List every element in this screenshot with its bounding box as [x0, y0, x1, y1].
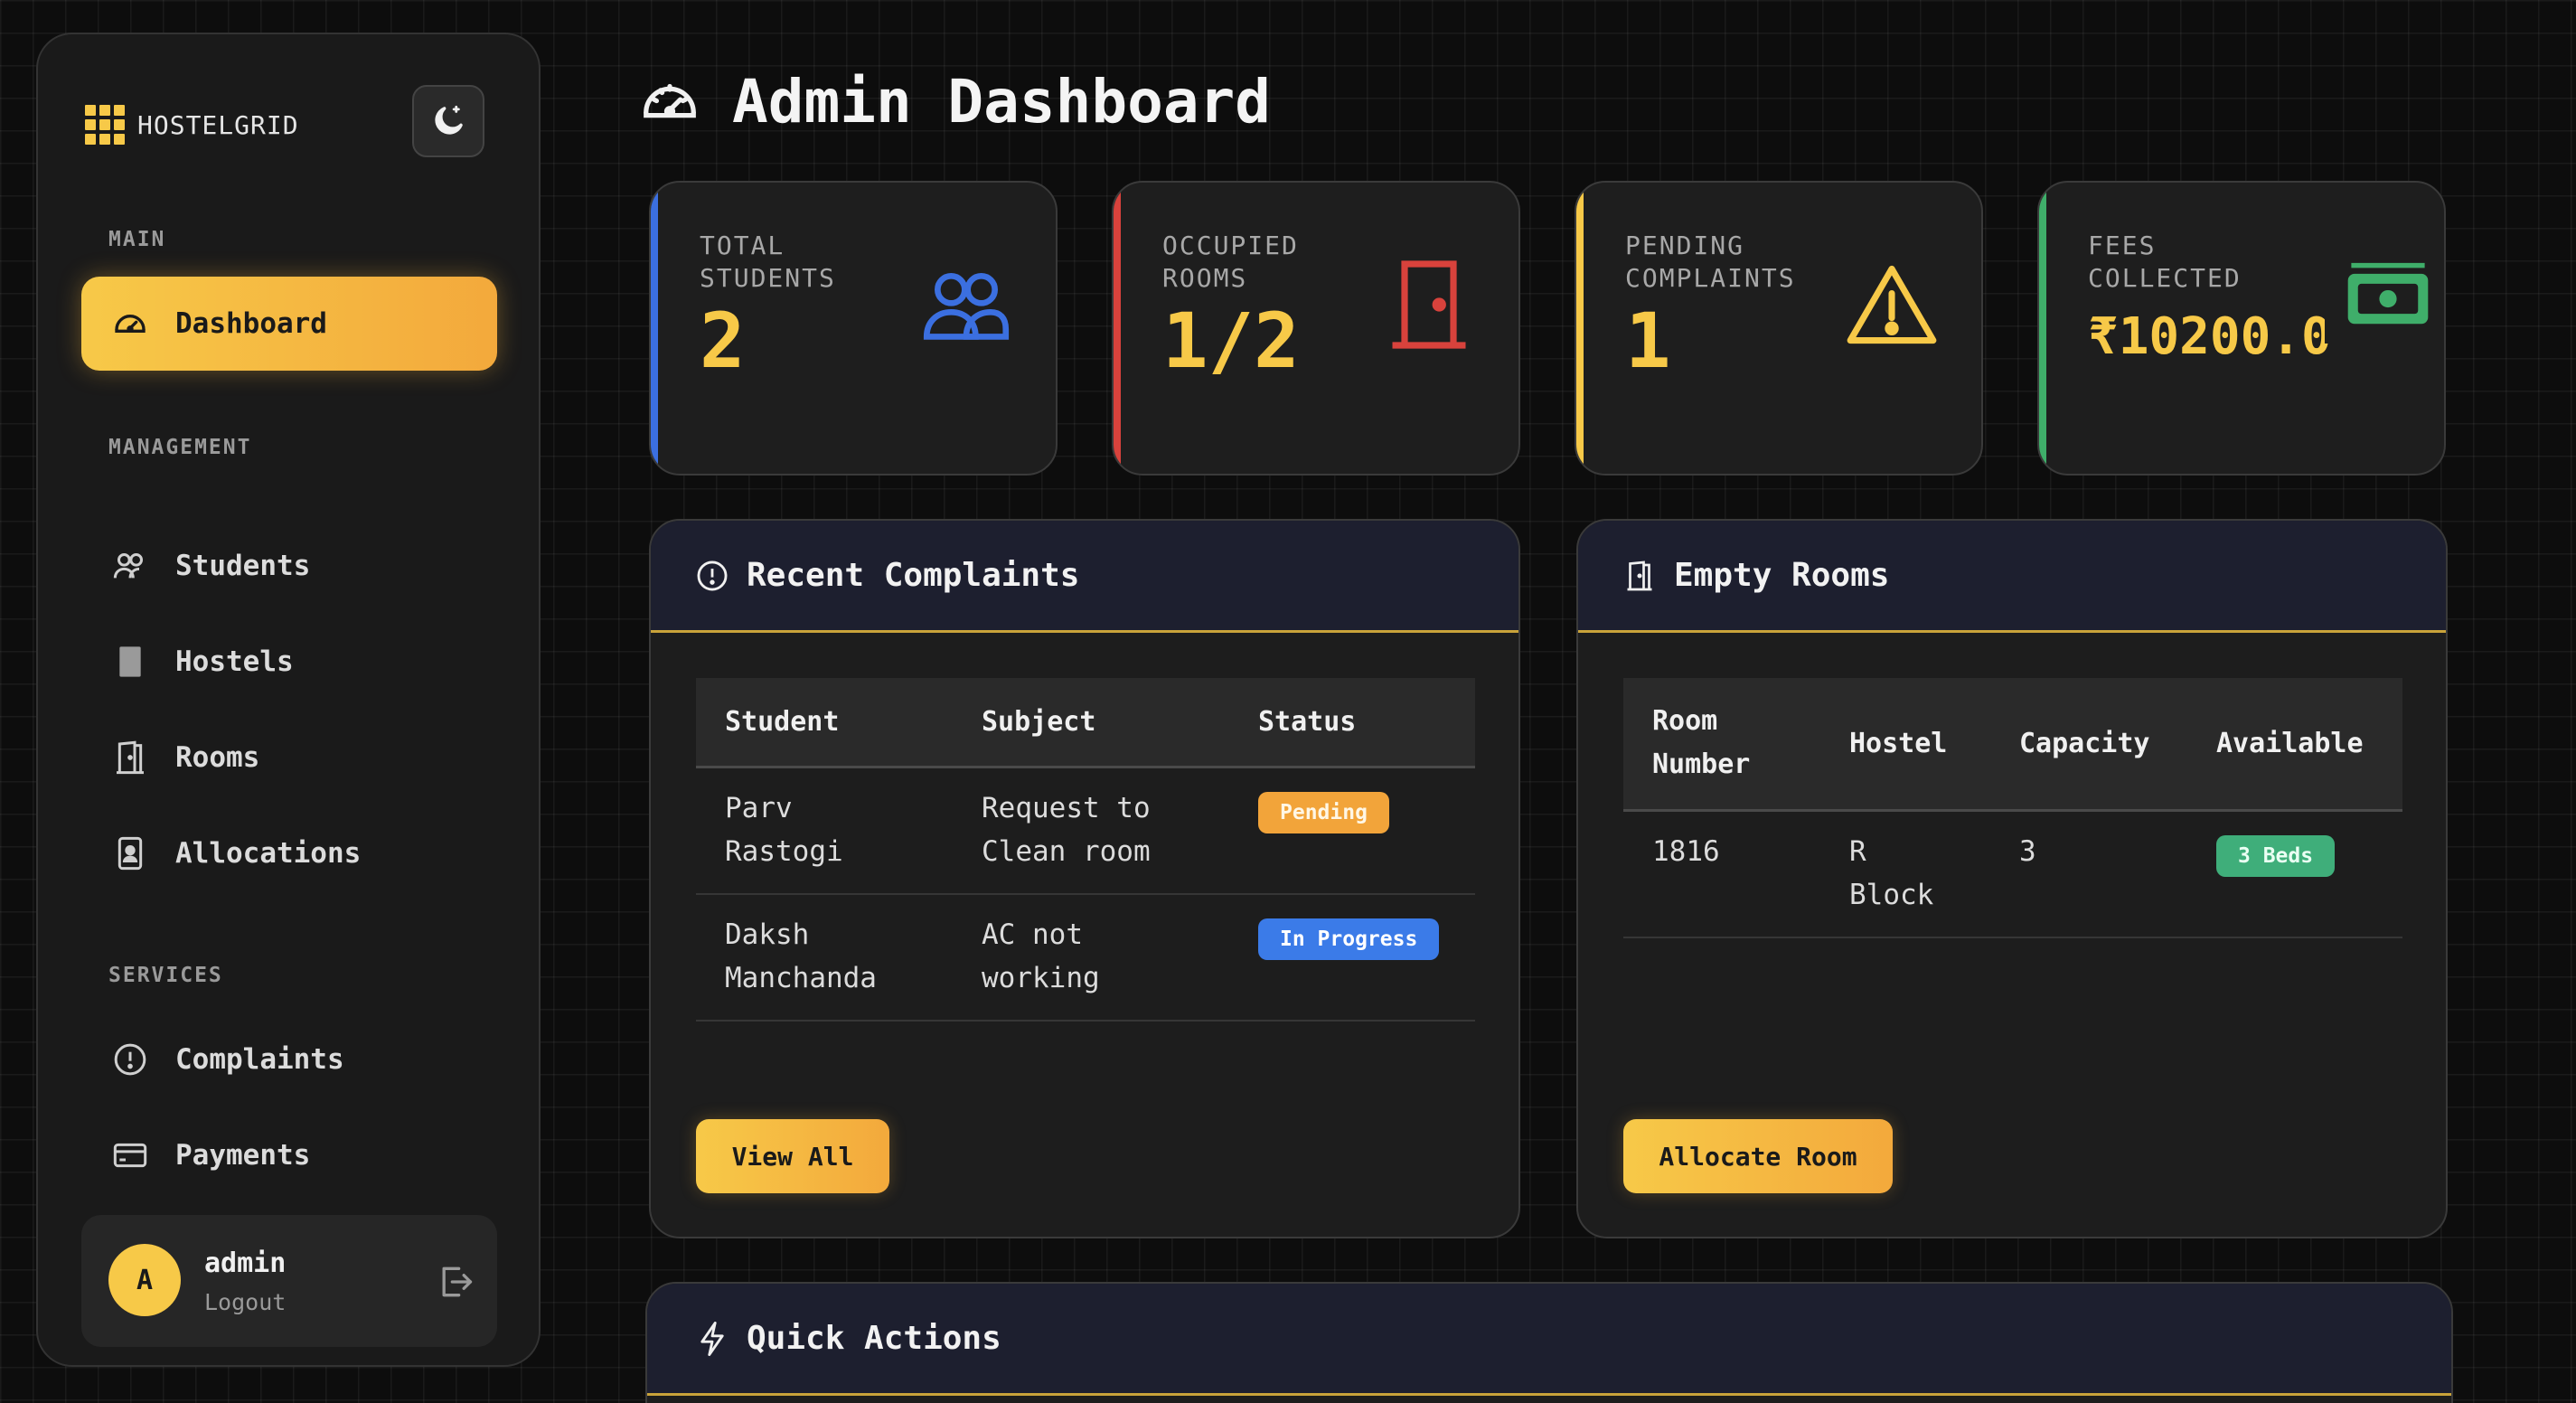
brand-logo[interactable]: HOSTELGRID: [85, 105, 299, 145]
stat-label: FEES COLLECTED: [2088, 231, 2242, 293]
column-header: Hostel: [1820, 678, 1990, 812]
column-header: Room Number: [1623, 678, 1820, 812]
column-header: Status: [1229, 678, 1475, 768]
gauge-icon: [644, 83, 696, 118]
avatar: A: [108, 1244, 181, 1316]
stat-card-pending-complaints: PENDING COMPLAINTS 1: [1575, 181, 1983, 476]
gauge-icon: [112, 306, 148, 342]
table-header-row: Room Number Hostel Capacity Available: [1623, 678, 2402, 812]
alert-circle-icon: [694, 558, 730, 594]
table-row[interactable]: 1816 R Block 3 3 Beds: [1623, 810, 2402, 938]
user-card: A admin Logout: [81, 1215, 497, 1347]
sidebar-item-label: Hostels: [175, 645, 294, 678]
empty-rooms-panel: Empty Rooms Room Number Hostel Capacity …: [1576, 519, 2448, 1238]
panel-title: Recent Complaints: [747, 557, 1080, 594]
stat-value: ₹10200.0: [2088, 307, 2332, 366]
users-icon: [112, 548, 148, 584]
logout-icon[interactable]: [436, 1262, 475, 1302]
stat-value: 2: [700, 297, 746, 385]
theme-toggle-button[interactable]: [412, 85, 484, 157]
sidebar-item-label: Rooms: [175, 741, 260, 774]
stat-card-occupied-rooms: OCCUPIED ROOMS 1/2: [1112, 181, 1520, 476]
page-header: Admin Dashboard: [638, 67, 1271, 137]
sidebar-item-rooms[interactable]: Rooms: [81, 711, 497, 805]
stat-card-fees-collected: FEES COLLECTED ₹10200.0: [2037, 181, 2446, 476]
stat-accent-bar: [2039, 183, 2046, 474]
stat-card-total-students: TOTAL STUDENTS 2: [649, 181, 1058, 476]
column-header: Capacity: [1990, 678, 2187, 812]
sidebar-item-dashboard[interactable]: Dashboard: [81, 277, 497, 371]
sidebar-item-label: Complaints: [175, 1043, 344, 1076]
sidebar: HOSTELGRID MAIN Dashboard MANAGEMENT Stu…: [36, 33, 541, 1367]
sidebar-item-label: Dashboard: [175, 307, 327, 340]
cell-room: 1816: [1623, 810, 1820, 938]
alert-circle-icon: [112, 1041, 148, 1078]
grid-logo-icon: [85, 105, 125, 145]
recent-complaints-panel: Recent Complaints Student Subject Status…: [649, 519, 1520, 1238]
panel-header: Empty Rooms: [1578, 521, 2446, 633]
cell-available: 3 Beds: [2187, 810, 2402, 938]
panel-title: Quick Actions: [747, 1320, 1001, 1357]
stat-label: TOTAL STUDENTS: [700, 231, 836, 293]
available-badge: 3 Beds: [2216, 834, 2336, 877]
sidebar-item-label: Students: [175, 550, 311, 582]
column-header: Available: [2187, 678, 2402, 812]
cell-hostel: R Block: [1820, 810, 1990, 938]
user-name: admin: [204, 1248, 287, 1279]
logout-link[interactable]: Logout: [204, 1289, 286, 1315]
money-icon: [2325, 244, 2444, 344]
sidebar-item-complaints[interactable]: Complaints: [81, 1012, 497, 1106]
column-header: Student: [696, 678, 953, 768]
view-all-button[interactable]: View All: [696, 1119, 889, 1193]
table-row[interactable]: Parv Rastogi Request to Clean room Pendi…: [696, 767, 1475, 895]
section-label-management: MANAGEMENT: [108, 436, 252, 459]
cell-student: Daksh Manchanda: [696, 893, 953, 1022]
brand-name: HOSTELGRID: [137, 109, 299, 140]
credit-card-icon: [112, 1137, 148, 1173]
lightning-icon: [694, 1321, 730, 1357]
moon-icon: [435, 105, 463, 135]
panel-title: Empty Rooms: [1674, 557, 1890, 594]
table-row[interactable]: Daksh Manchanda AC not working In Progre…: [696, 893, 1475, 1022]
stat-label: PENDING COMPLAINTS: [1625, 231, 1796, 293]
column-header: Subject: [953, 678, 1229, 768]
allocate-room-button[interactable]: Allocate Room: [1623, 1119, 1893, 1193]
stat-value: 1/2: [1162, 297, 1300, 385]
sidebar-item-payments[interactable]: Payments: [81, 1108, 497, 1202]
panel-header: Quick Actions: [647, 1284, 2451, 1396]
sidebar-item-allocations[interactable]: Allocations: [81, 806, 497, 900]
panel-header: Recent Complaints: [651, 521, 1518, 633]
rooms-table: Room Number Hostel Capacity Available 18…: [1623, 678, 2402, 938]
stat-accent-bar: [651, 183, 658, 474]
building-icon: [112, 644, 148, 680]
quick-actions-panel: Quick Actions: [645, 1282, 2453, 1403]
warning-icon: [1842, 255, 1941, 354]
sidebar-item-label: Payments: [175, 1139, 311, 1172]
sidebar-item-label: Allocations: [175, 837, 362, 870]
sidebar-item-hostels[interactable]: Hostels: [81, 615, 497, 709]
door-icon: [112, 739, 148, 776]
complaints-table: Student Subject Status Parv Rastogi Requ…: [696, 678, 1475, 1022]
table-header-row: Student Subject Status: [696, 678, 1475, 768]
stat-accent-bar: [1114, 183, 1121, 474]
cell-status: In Progress: [1229, 893, 1475, 1022]
id-card-icon: [112, 835, 148, 871]
door-icon: [1379, 255, 1479, 354]
status-badge: Pending: [1258, 791, 1389, 833]
cell-status: Pending: [1229, 767, 1475, 895]
cell-subject: Request to Clean room: [953, 767, 1229, 895]
section-label-main: MAIN: [108, 228, 166, 251]
door-icon: [1622, 558, 1658, 594]
stat-accent-bar: [1576, 183, 1584, 474]
stat-value: 1: [1625, 297, 1671, 385]
cell-capacity: 3: [1990, 810, 2187, 938]
sidebar-item-students[interactable]: Students: [81, 519, 497, 613]
stat-label: OCCUPIED ROOMS: [1162, 231, 1299, 293]
cell-subject: AC not working: [953, 893, 1229, 1022]
section-label-services: SERVICES: [108, 964, 223, 987]
status-badge: In Progress: [1258, 918, 1440, 960]
users-icon: [917, 255, 1016, 354]
cell-student: Parv Rastogi: [696, 767, 953, 895]
page-title: Admin Dashboard: [732, 67, 1272, 137]
